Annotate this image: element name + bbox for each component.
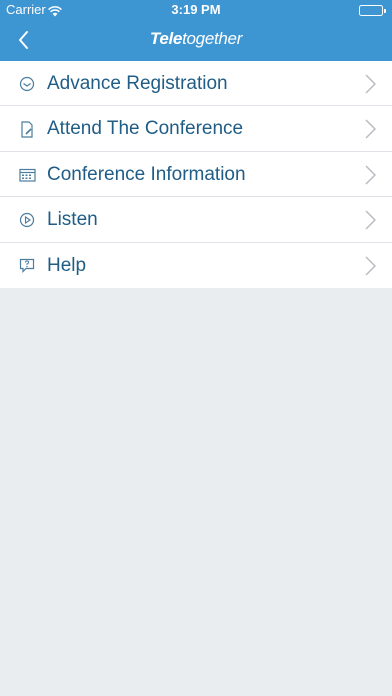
menu-item-label: Help [47, 254, 87, 276]
status-time: 3:19 PM [171, 2, 221, 17]
status-bar: Carrier 3:19 PM [0, 0, 392, 20]
app-logo: Teletogether [0, 28, 392, 50]
menu-item-help[interactable]: Help [0, 243, 392, 288]
help-bubble-icon [18, 257, 36, 275]
logo-part-together: together [182, 29, 243, 48]
menu-item-label: Attend The Conference [47, 118, 244, 140]
app-header: Carrier 3:19 PM Teletogether [0, 0, 392, 61]
menu-item-label: Listen [47, 209, 98, 231]
navigation-bar: Teletogether [0, 20, 392, 61]
menu-item-advance-registration[interactable]: Advance Registration [0, 61, 392, 107]
menu-item-listen[interactable]: Listen [0, 197, 392, 243]
play-circle-icon [18, 211, 36, 229]
chevron-right-icon [365, 74, 376, 94]
chevron-right-icon [365, 256, 376, 276]
menu-item-label: Conference Information [47, 163, 246, 185]
menu-item-conference-information[interactable]: Conference Information [0, 152, 392, 198]
menu-item-label: Advance Registration [47, 73, 228, 94]
chevron-right-icon [365, 119, 376, 139]
logo-part-tele: Tele [149, 29, 183, 48]
chevron-right-icon [365, 210, 376, 230]
chevron-right-icon [365, 165, 376, 185]
document-edit-icon [18, 120, 36, 138]
menu-item-attend-conference[interactable]: Attend The Conference [0, 106, 392, 152]
main-menu: Advance Registration Attend The Conferen… [0, 61, 392, 288]
calendar-icon [18, 166, 36, 184]
battery-icon [359, 5, 386, 16]
registration-icon [18, 75, 36, 93]
